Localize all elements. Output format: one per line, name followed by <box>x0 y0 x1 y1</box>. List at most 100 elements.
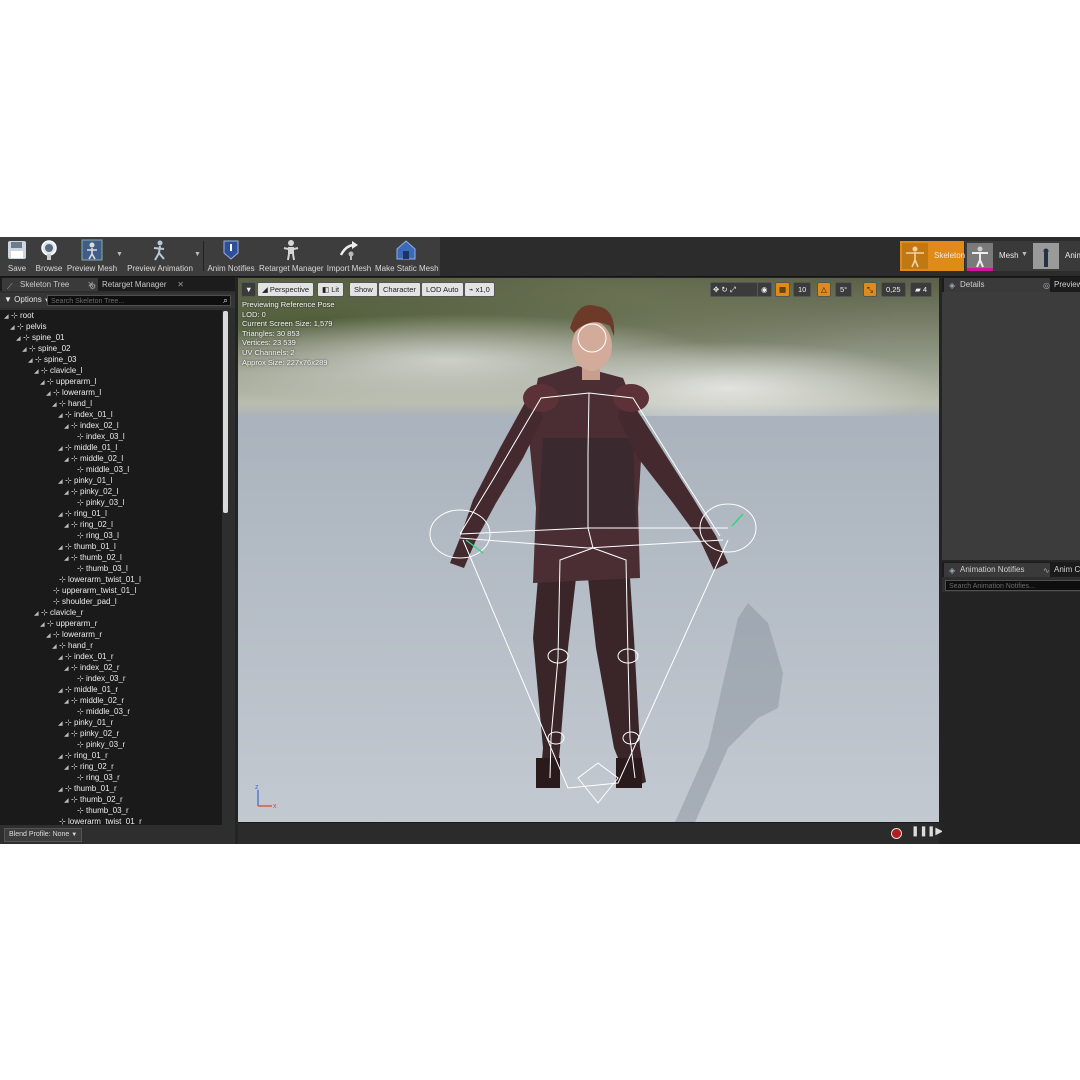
mesh-mode-button[interactable]: Mesh ▼ <box>965 241 1031 271</box>
options-dropdown[interactable]: ▼ Options ▼ <box>4 295 50 304</box>
scale-snap-value[interactable]: 0,25 <box>881 282 906 297</box>
preview-mesh-dropdown-icon[interactable]: ▼ <box>116 251 123 258</box>
mesh-dropdown-icon[interactable]: ▼ <box>1021 251 1028 258</box>
bone-row-shoulder_pad_l[interactable]: ⊹ shoulder_pad_l <box>46 596 117 607</box>
blend-profile-dropdown[interactable]: Blend Profile: None ▼ <box>4 828 83 842</box>
bone-row-thumb_01_l[interactable]: ◢ ⊹ thumb_01_l <box>58 541 116 552</box>
save-button[interactable]: Save <box>2 239 32 275</box>
bone-row-upperarm_l[interactable]: ◢ ⊹ upperarm_l <box>40 376 96 387</box>
bone-row-thumb_01_r[interactable]: ◢ ⊹ thumb_01_r <box>58 783 117 794</box>
transform-tools[interactable]: ✥ ↻ ⤢ <box>710 282 758 297</box>
viewport-options-dropdown[interactable]: ▼ <box>241 282 257 297</box>
bone-row-ring_02_r[interactable]: ◢ ⊹ ring_02_r <box>64 761 114 772</box>
rotation-snap-value[interactable]: 5° <box>835 282 853 297</box>
translate-icon[interactable]: ✥ <box>713 285 719 294</box>
bone-row-ring_02_l[interactable]: ◢ ⊹ ring_02_l <box>64 519 113 530</box>
make-static-mesh-button[interactable]: Make Static Mesh <box>375 239 439 275</box>
bone-row-pinky_03_r[interactable]: ⊹ pinky_03_r <box>70 739 125 750</box>
preview-viewport[interactable]: z x ▼ ◢ Perspective ◧ Lit Show Character… <box>238 278 939 822</box>
bone-row-lowerarm_twist_01_l[interactable]: ⊹ lowerarm_twist_01_l <box>52 574 141 585</box>
bone-row-ring_01_r[interactable]: ◢ ⊹ ring_01_r <box>58 750 108 761</box>
bone-row-index_01_l[interactable]: ◢ ⊹ index_01_l <box>58 409 113 420</box>
bone-row-middle_01_l[interactable]: ◢ ⊹ middle_01_l <box>58 442 117 453</box>
bone-row-ring_03_r[interactable]: ⊹ ring_03_r <box>70 772 120 783</box>
animation-mode-button[interactable]: Anim <box>1031 241 1080 271</box>
scrollbar-thumb[interactable] <box>223 311 228 513</box>
bone-row-clavicle_r[interactable]: ◢ ⊹ clavicle_r <box>34 607 83 618</box>
rotation-snap-toggle[interactable]: △ <box>817 282 831 297</box>
bone-row-hand_l[interactable]: ◢ ⊹ hand_l <box>52 398 92 409</box>
preview-animation-button[interactable]: Preview Animation <box>126 239 194 275</box>
bone-row-ring_01_l[interactable]: ◢ ⊹ ring_01_l <box>58 508 107 519</box>
bone-row-thumb_03_l[interactable]: ⊹ thumb_03_l <box>70 563 128 574</box>
bone-label: pinky_01_l <box>74 476 113 485</box>
close-icon[interactable]: ✕ <box>177 278 184 291</box>
skeleton-mode-button[interactable]: Skeleton <box>900 241 965 271</box>
perspective-button[interactable]: ◢ Perspective <box>257 282 315 297</box>
bone-icon: ⊹ <box>47 377 54 386</box>
bone-row-middle_02_r[interactable]: ◢ ⊹ middle_02_r <box>64 695 124 706</box>
tab-preview[interactable]: ◎ Preview <box>1038 278 1080 292</box>
character-preview[interactable]: z x <box>238 278 939 822</box>
tab-retarget-manager[interactable]: ⚙ Retarget Manager ✕ <box>84 278 188 291</box>
lit-button[interactable]: ◧ Lit <box>317 282 345 297</box>
bone-row-thumb_03_r[interactable]: ⊹ thumb_03_r <box>70 805 129 816</box>
bone-row-pelvis[interactable]: ◢ ⊹ pelvis <box>10 321 46 332</box>
tab-animation-notifies[interactable]: ◈ Animation Notifies <box>944 563 1050 577</box>
browse-button[interactable]: Browse <box>33 239 65 275</box>
bone-row-upperarm_r[interactable]: ◢ ⊹ upperarm_r <box>40 618 97 629</box>
bone-row-index_02_l[interactable]: ◢ ⊹ index_02_l <box>64 420 119 431</box>
bone-row-middle_03_r[interactable]: ⊹ middle_03_r <box>70 706 130 717</box>
bone-row-lowerarm_l[interactable]: ◢ ⊹ lowerarm_l <box>46 387 101 398</box>
bone-row-spine_03[interactable]: ◢ ⊹ spine_03 <box>28 354 76 365</box>
import-mesh-button[interactable]: Import Mesh <box>326 239 372 275</box>
anim-notifies-button[interactable]: Anim Notifies <box>207 239 255 275</box>
bone-row-spine_02[interactable]: ◢ ⊹ spine_02 <box>22 343 70 354</box>
bone-row-pinky_01_r[interactable]: ◢ ⊹ pinky_01_r <box>58 717 113 728</box>
tab-details[interactable]: ◈ Details <box>944 278 1050 292</box>
bone-row-lowerarm_twist_01_r[interactable]: ⊹ lowerarm_twist_01_r <box>52 816 142 825</box>
bone-row-middle_02_l[interactable]: ◢ ⊹ middle_02_l <box>64 453 123 464</box>
bone-row-spine_01[interactable]: ◢ ⊹ spine_01 <box>16 332 64 343</box>
notifies-search-input[interactable]: Search Animation Notifies... <box>945 580 1080 591</box>
playback-speed-button[interactable]: ⌁ x1,0 <box>464 282 495 297</box>
skeleton-search-input[interactable]: Search Skeleton Tree... ⌕ <box>47 295 231 306</box>
bone-row-clavicle_l[interactable]: ◢ ⊹ clavicle_l <box>34 365 82 376</box>
bone-row-lowerarm_r[interactable]: ◢ ⊹ lowerarm_r <box>46 629 102 640</box>
step-forward-button[interactable]: ❚▶ <box>927 826 943 837</box>
bone-row-pinky_02_l[interactable]: ◢ ⊹ pinky_02_l <box>64 486 118 497</box>
tab-anim-curves[interactable]: ∿Anim Cu <box>1038 563 1080 577</box>
bone-row-ring_03_l[interactable]: ⊹ ring_03_l <box>70 530 119 541</box>
camera-speed-button[interactable]: ▰ 4 <box>910 282 933 297</box>
bone-row-index_02_r[interactable]: ◢ ⊹ index_02_r <box>64 662 120 673</box>
bone-row-middle_01_r[interactable]: ◢ ⊹ middle_01_r <box>58 684 118 695</box>
bone-row-pinky_03_l[interactable]: ⊹ pinky_03_l <box>70 497 124 508</box>
search-icon[interactable]: ⌕ <box>223 295 228 306</box>
pause-button[interactable]: ❚❚ <box>911 826 928 837</box>
bone-row-pinky_02_r[interactable]: ◢ ⊹ pinky_02_r <box>64 728 119 739</box>
bone-row-index_03_r[interactable]: ⊹ index_03_r <box>70 673 126 684</box>
rotate-icon[interactable]: ↻ <box>721 285 727 294</box>
bone-row-index_03_l[interactable]: ⊹ index_03_l <box>70 431 125 442</box>
preview-animation-dropdown-icon[interactable]: ▼ <box>194 251 201 258</box>
bone-row-pinky_01_l[interactable]: ◢ ⊹ pinky_01_l <box>58 475 112 486</box>
grid-snap-toggle[interactable]: ▦ <box>775 282 791 297</box>
bone-row-middle_03_l[interactable]: ⊹ middle_03_l <box>70 464 129 475</box>
lod-button[interactable]: LOD Auto <box>421 282 464 297</box>
bone-row-thumb_02_r[interactable]: ◢ ⊹ thumb_02_r <box>64 794 123 805</box>
scale-snap-toggle[interactable]: ⤡ <box>863 282 877 297</box>
preview-mesh-button[interactable]: Preview Mesh <box>66 239 118 275</box>
bone-row-upperarm_twist_01_l[interactable]: ⊹ upperarm_twist_01_l <box>46 585 136 596</box>
show-button[interactable]: Show <box>349 282 378 297</box>
world-space-button[interactable]: ◉ <box>757 282 772 297</box>
tree-scrollbar[interactable] <box>222 310 235 825</box>
grid-size-value[interactable]: 10 <box>793 282 812 297</box>
bone-row-index_01_r[interactable]: ◢ ⊹ index_01_r <box>58 651 114 662</box>
record-button[interactable] <box>891 828 902 839</box>
scale-icon[interactable]: ⤢ <box>730 285 736 294</box>
retarget-manager-button[interactable]: Retarget Manager <box>259 239 323 275</box>
bone-row-thumb_02_l[interactable]: ◢ ⊹ thumb_02_l <box>64 552 122 563</box>
bone-row-hand_r[interactable]: ◢ ⊹ hand_r <box>52 640 93 651</box>
character-button[interactable]: Character <box>378 282 421 297</box>
bone-row-root[interactable]: ◢ ⊹ root <box>4 310 34 321</box>
